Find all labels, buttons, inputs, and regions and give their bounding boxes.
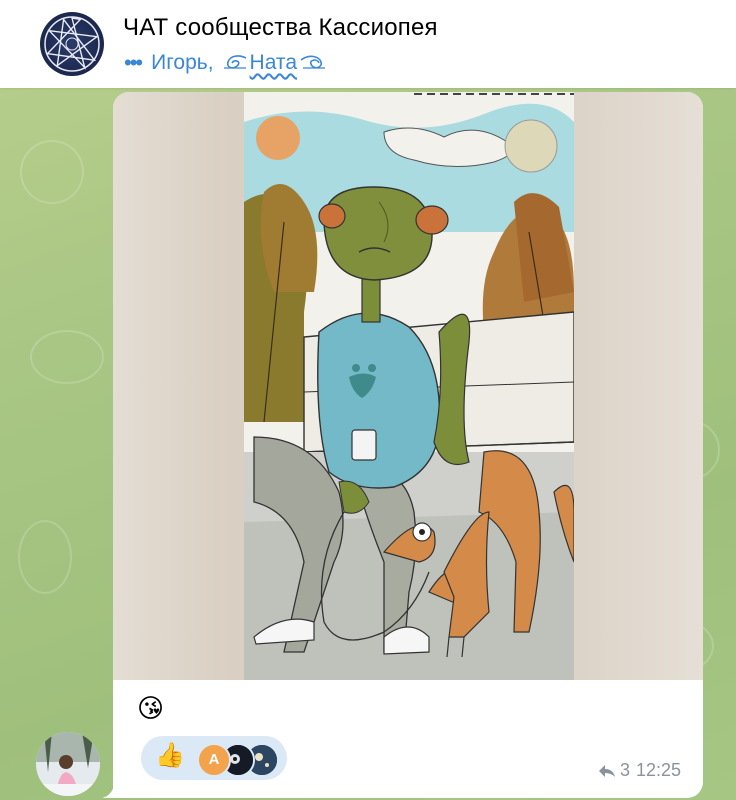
typing-user-fancy-name: Ната <box>220 51 329 75</box>
chat-title[interactable]: ЧАТ сообщества Кассиопея <box>123 14 438 42</box>
swirl-ornament-icon <box>300 55 325 69</box>
avatar-image <box>36 732 100 796</box>
message-meta: 3 12:25 <box>597 760 681 781</box>
photo-container[interactable] <box>113 92 703 680</box>
wallpaper-doodle <box>18 520 72 594</box>
sender-avatar[interactable] <box>36 732 100 796</box>
wallpaper-doodle <box>20 140 84 204</box>
reply-arrow-icon[interactable] <box>597 763 617 779</box>
swirl-ornament-icon <box>223 55 246 69</box>
wallpaper-doodle <box>30 330 104 384</box>
typing-user-name: Ната <box>249 51 297 74</box>
typing-indicator: ••• Игорь, Ната <box>124 50 329 76</box>
reaction-avatar-letter: A <box>197 743 231 777</box>
chat-avatar[interactable] <box>40 12 104 76</box>
thumbs-up-reaction[interactable]: 👍 <box>155 744 185 768</box>
drawing-photo[interactable] <box>244 92 574 680</box>
heptagram-star-icon <box>44 16 100 72</box>
reactions-bar[interactable]: 👍 A <box>141 736 287 780</box>
message-text: 😘 <box>137 693 165 723</box>
message-time: 12:25 <box>635 760 681 780</box>
message-bubble[interactable]: 😘 👍 A 3 12:25 <box>113 92 703 798</box>
chat-header[interactable]: ЧАТ сообщества Кассиопея ••• Игорь, Ната <box>0 0 736 88</box>
typing-dots-icon: ••• <box>124 50 143 75</box>
reply-count: 3 <box>619 760 630 780</box>
typing-users: Игорь, <box>151 51 214 74</box>
